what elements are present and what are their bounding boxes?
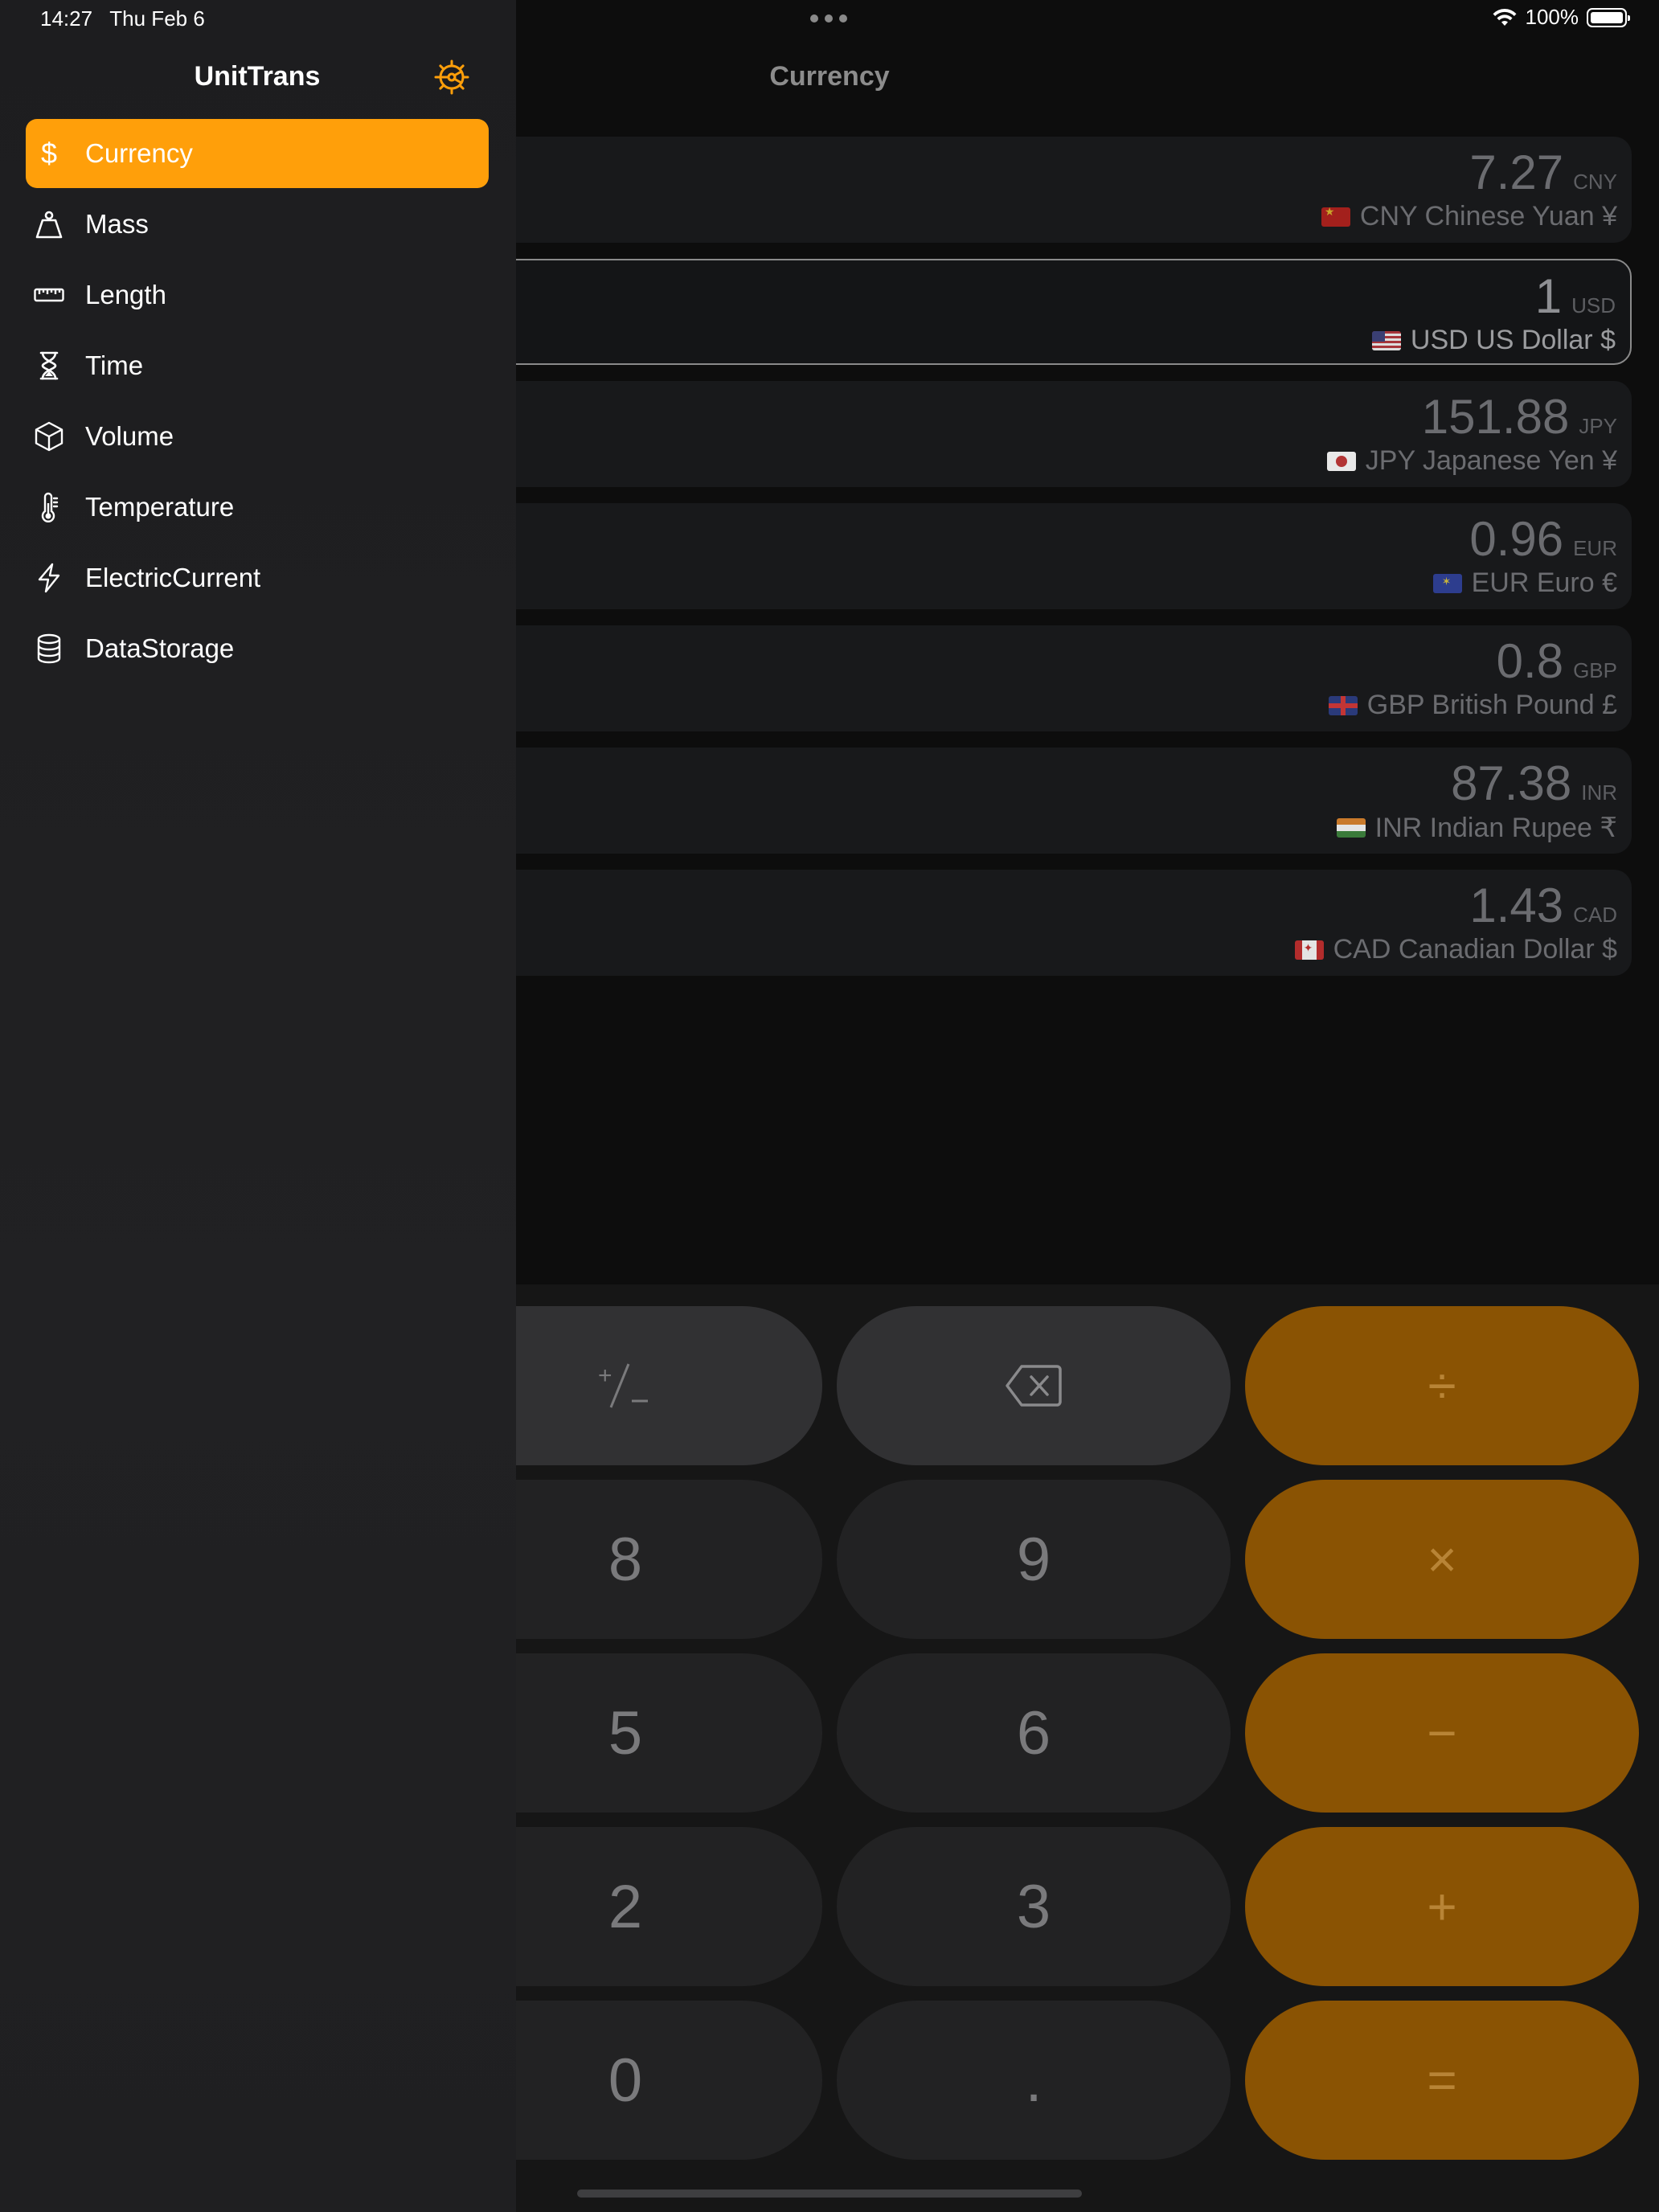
status-bar: 14:27 Thu Feb 6 100% xyxy=(0,0,1659,39)
divide-button[interactable]: ÷ xyxy=(1245,1306,1639,1465)
sidebar-item-label: Time xyxy=(85,350,144,380)
currency-name: CAD Canadian Dollar $ xyxy=(1333,934,1617,965)
currency-row-eur[interactable]: 0.96 EUR EUR Euro € xyxy=(450,503,1632,609)
database-icon xyxy=(34,633,64,664)
minus-button[interactable]: − xyxy=(1245,1653,1639,1813)
sidebar-item-label: Currency xyxy=(85,138,193,168)
currency-value: 0.8 xyxy=(1496,634,1564,688)
battery-icon xyxy=(1587,7,1630,27)
currency-row-usd[interactable]: 1 USD USD US Dollar $ xyxy=(450,259,1632,365)
digit-9-button[interactable]: 9 xyxy=(837,1480,1231,1639)
currency-name: INR Indian Rupee ₹ xyxy=(1374,813,1617,843)
currency-code: CAD xyxy=(1573,903,1617,927)
battery-percent: 100% xyxy=(1525,5,1579,29)
status-right: 100% xyxy=(1492,5,1630,30)
decimal-button[interactable]: . xyxy=(837,2001,1231,2160)
thermometer-icon xyxy=(34,492,64,522)
wifi-icon xyxy=(1493,8,1516,26)
currency-value: 1 xyxy=(1534,269,1563,323)
flag-canada-icon xyxy=(1294,940,1324,960)
currency-name: CNY Chinese Yuan ¥ xyxy=(1359,201,1617,231)
sidebar-item-mass[interactable]: Mass xyxy=(26,190,489,259)
sidebar-item-label: Mass xyxy=(85,209,149,239)
bolt-icon xyxy=(34,563,64,593)
currency-name: JPY Japanese Yen ¥ xyxy=(1365,445,1617,476)
delete-left-icon xyxy=(1006,1365,1062,1407)
sidebar-item-label: Length xyxy=(85,280,166,309)
weight-icon xyxy=(34,209,64,240)
backspace-button[interactable] xyxy=(837,1306,1231,1465)
currency-value: 7.27 xyxy=(1469,145,1564,199)
sidebar-item-label: Volume xyxy=(85,421,174,451)
sidebar: UnitTrans $ Currency Mass Length Time Vo… xyxy=(0,0,516,2212)
flag-china-icon xyxy=(1321,207,1350,227)
currency-name: GBP British Pound £ xyxy=(1366,690,1617,720)
currency-code: JPY xyxy=(1579,414,1617,438)
currency-code: INR xyxy=(1581,780,1617,805)
sidebar-item-datastorage[interactable]: DataStorage xyxy=(26,614,489,683)
currency-row-cad[interactable]: 1.43 CAD CAD Canadian Dollar $ xyxy=(450,870,1632,976)
flag-eu-icon xyxy=(1432,573,1462,593)
svg-text:+: + xyxy=(598,1362,612,1389)
flag-uk-icon xyxy=(1328,695,1358,715)
multiply-button[interactable]: × xyxy=(1245,1480,1639,1639)
category-menu: $ Currency Mass Length Time Volume Tempe… xyxy=(26,119,489,685)
multitasking-dots[interactable] xyxy=(810,14,847,23)
gear-icon[interactable] xyxy=(432,58,471,96)
sidebar-item-time[interactable]: Time xyxy=(26,331,489,400)
currency-code: GBP xyxy=(1573,658,1617,682)
status-time: 14:27 Thu Feb 6 xyxy=(40,6,205,31)
plus-minus-icon: + xyxy=(598,1362,648,1408)
status-clock: 14:27 xyxy=(40,6,93,31)
flag-usa-icon xyxy=(1371,330,1401,350)
equals-button[interactable]: = xyxy=(1245,2001,1639,2160)
digit-3-button[interactable]: 3 xyxy=(837,1827,1231,1986)
status-date: Thu Feb 6 xyxy=(109,6,205,31)
digit-6-button[interactable]: 6 xyxy=(837,1653,1231,1813)
sidebar-item-label: ElectricCurrent xyxy=(85,563,261,592)
currency-value: 87.38 xyxy=(1451,756,1572,810)
home-indicator[interactable] xyxy=(577,2189,1082,2198)
currency-row-jpy[interactable]: 151.88 JPY JPY Japanese Yen ¥ xyxy=(450,381,1632,487)
dollar-icon: $ xyxy=(34,138,64,169)
sidebar-item-label: Temperature xyxy=(85,492,235,522)
sidebar-item-length[interactable]: Length xyxy=(26,260,489,330)
sidebar-item-label: DataStorage xyxy=(85,633,235,663)
currency-value: 1.43 xyxy=(1469,879,1564,932)
currency-value: 0.96 xyxy=(1469,512,1564,566)
currency-value: 151.88 xyxy=(1421,390,1570,444)
svg-text:$: $ xyxy=(41,138,57,169)
cube-icon xyxy=(34,421,64,452)
sidebar-item-temperature[interactable]: Temperature xyxy=(26,473,489,542)
hourglass-icon xyxy=(34,350,64,381)
flag-japan-icon xyxy=(1326,451,1356,471)
flag-india-icon xyxy=(1336,818,1366,838)
ruler-icon xyxy=(34,280,64,310)
currency-row-cny[interactable]: 7.27 CNY CNY Chinese Yuan ¥ xyxy=(450,137,1632,243)
currency-code: EUR xyxy=(1573,536,1617,560)
currency-code: USD xyxy=(1571,293,1616,317)
currency-name: USD US Dollar $ xyxy=(1410,325,1616,355)
currency-name: EUR Euro € xyxy=(1471,567,1617,598)
currency-row-gbp[interactable]: 0.8 GBP GBP British Pound £ xyxy=(450,625,1632,731)
currency-row-inr[interactable]: 87.38 INR INR Indian Rupee ₹ xyxy=(450,748,1632,854)
currency-code: CNY xyxy=(1573,170,1617,194)
sidebar-item-volume[interactable]: Volume xyxy=(26,402,489,471)
sidebar-item-currency[interactable]: $ Currency xyxy=(26,119,489,188)
sidebar-item-electriccurrent[interactable]: ElectricCurrent xyxy=(26,543,489,612)
plus-button[interactable]: + xyxy=(1245,1827,1639,1986)
